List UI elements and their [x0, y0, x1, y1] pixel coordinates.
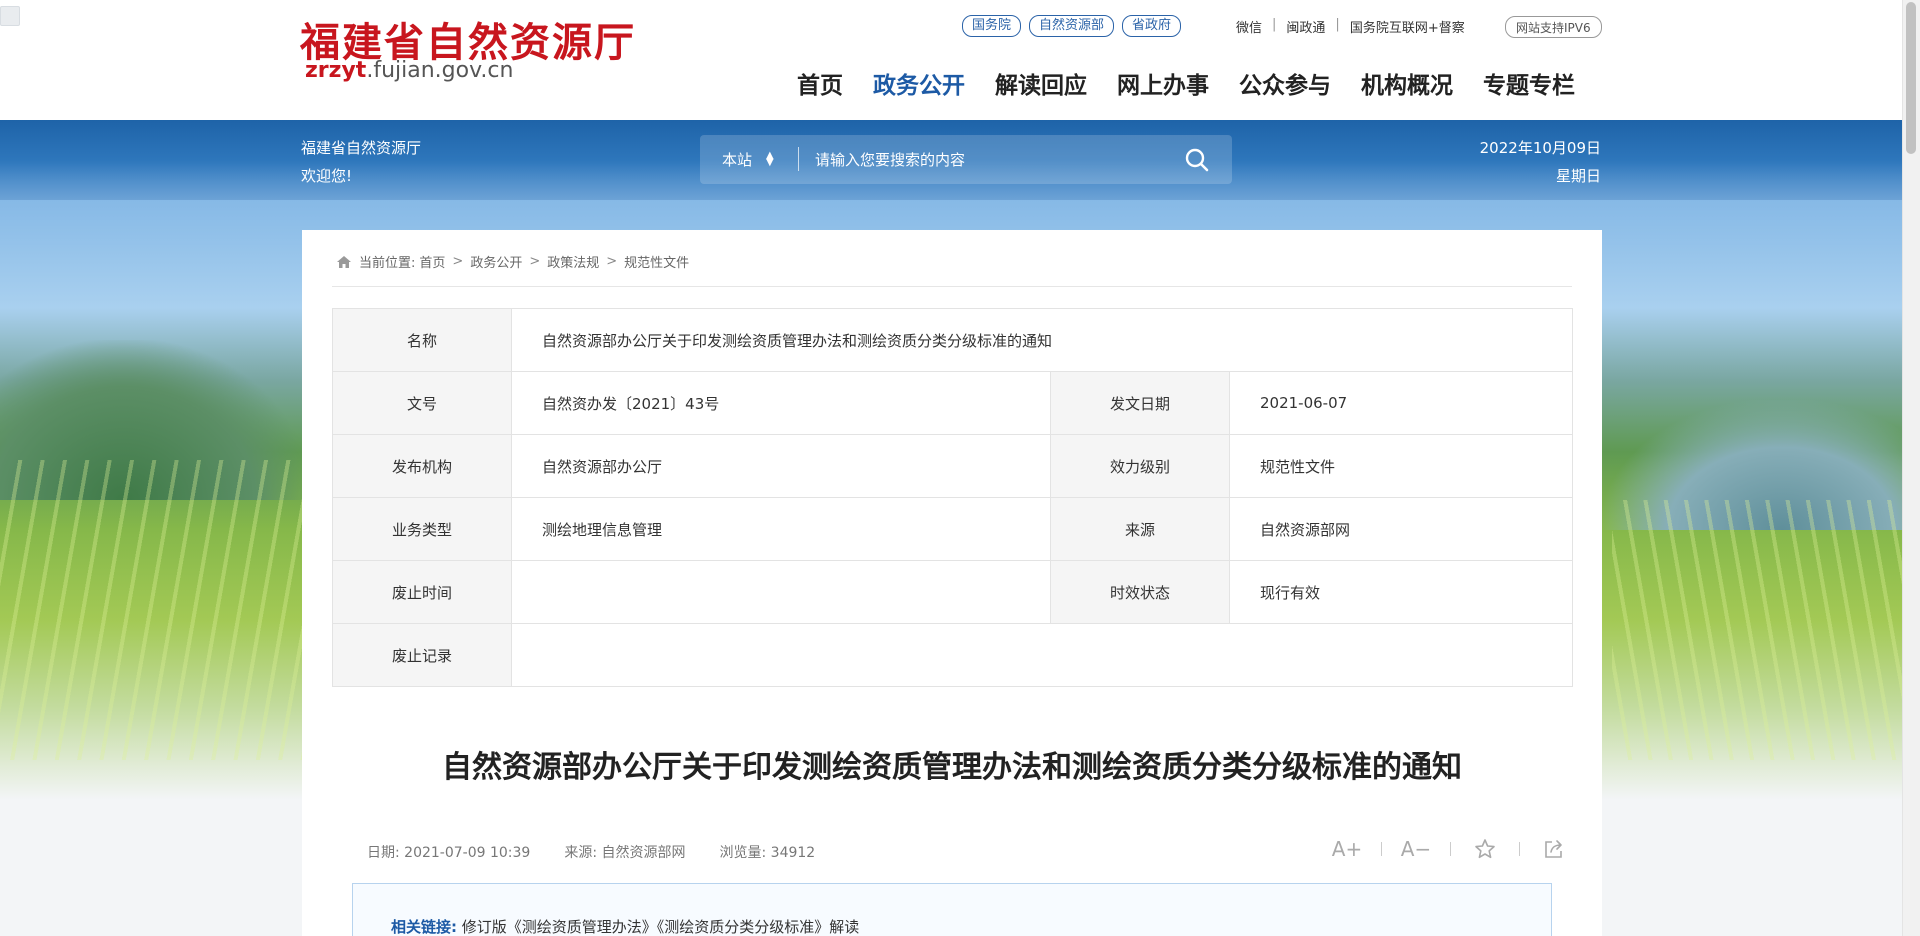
separator: | [1335, 17, 1340, 32]
related-label: 相关链接: [391, 918, 457, 936]
table-row: 发布机构 自然资源部办公厅 效力级别 规范性文件 [332, 434, 1573, 498]
meta-label-type: 业务类型 [332, 497, 512, 561]
search-icon[interactable] [1184, 147, 1210, 173]
page-scrollbar[interactable] [1902, 0, 1920, 936]
meta-label-source: 来源 [1050, 497, 1230, 561]
fields-left [0, 460, 310, 760]
breadcrumb-separator: > [606, 254, 618, 269]
table-row: 文号 自然资办发〔2021〕43号 发文日期 2021-06-07 [332, 371, 1573, 435]
breadcrumb-government-affairs[interactable]: 政务公开 [470, 252, 522, 271]
search-input[interactable] [815, 149, 1165, 171]
meta-label-abolish-time: 废止时间 [332, 560, 512, 624]
article-source: 来源: 自然资源部网 [564, 845, 686, 861]
meta-value-docno: 自然资办发〔2021〕43号 [511, 371, 1051, 435]
article-tools: A+ A− [1330, 834, 1571, 864]
current-weekday: 星期日 [1555, 167, 1601, 185]
breadcrumb-divider [332, 286, 1572, 287]
welcome-line-2: 欢迎您! [301, 167, 353, 185]
breadcrumb-separator: > [529, 254, 541, 269]
table-row: 业务类型 测绘地理信息管理 来源 自然资源部网 [332, 497, 1573, 561]
meta-value-name: 自然资源部办公厅关于印发测绘资质管理办法和测绘资质分类分级标准的通知 [511, 308, 1573, 372]
breadcrumb-separator: > [452, 254, 464, 269]
link-wechat[interactable]: 微信 [1236, 17, 1262, 36]
sort-arrows-icon[interactable]: ▲ ▼ [766, 151, 774, 168]
meta-value-level: 规范性文件 [1229, 434, 1573, 498]
nav-online-services[interactable]: 网上办事 [1117, 66, 1209, 100]
domain-bold: zrzyt [305, 58, 367, 83]
meta-label-docno: 文号 [332, 371, 512, 435]
meta-value-status: 现行有效 [1229, 560, 1573, 624]
favorite-star-icon[interactable] [1468, 834, 1502, 864]
document-metadata-table: 名称 自然资源部办公厅关于印发测绘资质管理办法和测绘资质分类分级标准的通知 文号… [332, 308, 1573, 687]
breadcrumb-policy[interactable]: 政策法规 [547, 252, 599, 271]
link-provincial-government[interactable]: 省政府 [1122, 15, 1182, 37]
article-info: 日期: 2021-07-09 10:39 来源: 自然资源部网 浏览量: 349… [367, 842, 815, 862]
meta-value-abolish-time [511, 560, 1051, 624]
article-title: 自然资源部办公厅关于印发测绘资质管理办法和测绘资质分类分级标准的通知 [442, 750, 1462, 785]
related-link-text[interactable]: 修订版《测绘资质管理办法》《测绘资质分类分级标准》解读 [462, 918, 860, 936]
link-minzhengtong[interactable]: 闽政通 [1286, 17, 1325, 36]
link-ministry-natural-resources[interactable]: 自然资源部 [1029, 15, 1115, 37]
search-scope-select[interactable]: 本站 [722, 149, 752, 170]
top-text-links: 微信 | 闽政通 | 国务院互联网+督察 [1236, 17, 1465, 36]
article-date: 日期: 2021-07-09 10:39 [367, 845, 531, 861]
meta-label-abolish-record: 废止记录 [332, 623, 512, 687]
meta-value-issue-date: 2021-06-07 [1229, 371, 1573, 435]
meta-label-issue-date: 发文日期 [1050, 371, 1230, 435]
link-state-council[interactable]: 国务院 [962, 15, 1022, 37]
table-row: 废止记录 [332, 623, 1573, 687]
fields-right [1612, 500, 1902, 760]
home-icon [337, 255, 351, 268]
welcome-line-1: 福建省自然资源厅 [301, 139, 422, 157]
meta-value-type: 测绘地理信息管理 [511, 497, 1051, 561]
welcome-text: 福建省自然资源厅 欢迎您! [301, 134, 421, 190]
corner-widget[interactable] [0, 6, 20, 26]
top-pill-links: 国务院 自然资源部 省政府 [962, 15, 1182, 37]
related-links-box: 相关链接: 修订版《测绘资质管理办法》《测绘资质分类分级标准》解读 [352, 883, 1552, 936]
main-nav: 首页 政务公开 解读回应 网上办事 公众参与 机构概况 专题专栏 [797, 66, 1575, 100]
site-header: 福建省自然资源厅 zrzyt.fujian.gov.cn 国务院 自然资源部 省… [0, 0, 1902, 120]
breadcrumb-prefix: 当前位置: [359, 256, 416, 271]
current-date: 2022年10月09日 [1479, 139, 1601, 157]
meta-value-abolish-record [511, 623, 1573, 687]
font-larger-button[interactable]: A+ [1330, 834, 1364, 864]
tool-separator [1519, 842, 1520, 856]
nav-government-affairs[interactable]: 政务公开 [873, 66, 965, 100]
font-smaller-button[interactable]: A− [1399, 834, 1433, 864]
meta-label-level: 效力级别 [1050, 434, 1230, 498]
content-card: 当前位置: 首页 > 政务公开 > 政策法规 > 规范性文件 名称 自然资源部办… [302, 230, 1602, 936]
scrollbar-thumb[interactable] [1906, 2, 1916, 154]
table-row: 废止时间 时效状态 现行有效 [332, 560, 1573, 624]
domain-rest: .fujian.gov.cn [366, 58, 514, 83]
search-box: 本站 ▲ ▼ [700, 135, 1232, 184]
meta-label-org: 发布机构 [332, 434, 512, 498]
nav-organization[interactable]: 机构概况 [1361, 66, 1453, 100]
site-domain: zrzyt.fujian.gov.cn [305, 58, 513, 83]
search-banner: 福建省自然资源厅 欢迎您! 本站 ▲▼ 2022年10月09日 星期日 [0, 120, 1902, 200]
separator: | [1272, 17, 1277, 32]
tool-separator [1450, 842, 1451, 856]
breadcrumb-normative-docs[interactable]: 规范性文件 [624, 252, 689, 271]
search-divider [798, 147, 799, 171]
link-internet-supervision[interactable]: 国务院互联网+督察 [1350, 17, 1465, 36]
meta-value-org: 自然资源部办公厅 [511, 434, 1051, 498]
nav-public-participation[interactable]: 公众参与 [1239, 66, 1331, 100]
table-row: 名称 自然资源部办公厅关于印发测绘资质管理办法和测绘资质分类分级标准的通知 [332, 308, 1573, 372]
meta-label-status: 时效状态 [1050, 560, 1230, 624]
breadcrumb-home[interactable]: 首页 [419, 252, 445, 271]
related-link[interactable]: 相关链接: 修订版《测绘资质管理办法》《测绘资质分类分级标准》解读 [391, 916, 859, 936]
article-views: 浏览量: 34912 [719, 845, 816, 861]
tool-separator [1381, 842, 1382, 856]
breadcrumb: 当前位置: 首页 > 政务公开 > 政策法规 > 规范性文件 [337, 252, 689, 271]
share-icon[interactable] [1537, 834, 1571, 864]
ipv6-badge: 网站支持IPV6 [1505, 16, 1602, 38]
meta-value-source: 自然资源部网 [1229, 497, 1573, 561]
nav-home[interactable]: 首页 [797, 66, 843, 100]
nav-interpretation[interactable]: 解读回应 [995, 66, 1087, 100]
nav-special-topics[interactable]: 专题专栏 [1483, 66, 1575, 100]
meta-label-name: 名称 [332, 308, 512, 372]
date-display: 2022年10月09日 星期日 [1480, 134, 1601, 190]
